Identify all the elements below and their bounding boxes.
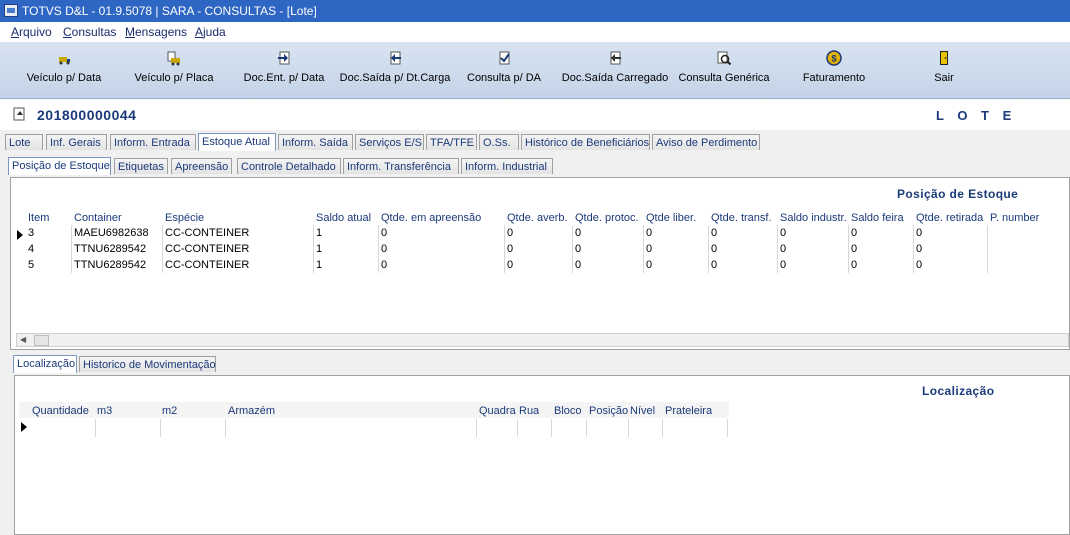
tab-aviso-perdimento[interactable]: Aviso de Perdimento bbox=[652, 134, 760, 150]
col-nivel[interactable]: Nível bbox=[630, 405, 655, 417]
tab-oss[interactable]: O.Ss. bbox=[479, 134, 519, 150]
doc-exit-icon bbox=[387, 50, 403, 66]
col-m3[interactable]: m3 bbox=[97, 405, 112, 417]
lote-number: 201800000044 bbox=[37, 107, 137, 123]
subtab-apreensao[interactable]: Apreensão bbox=[171, 158, 232, 174]
col-quadra[interactable]: Quadra bbox=[479, 405, 516, 417]
col-m2[interactable]: m2 bbox=[162, 405, 177, 417]
col-bloco[interactable]: Bloco bbox=[554, 405, 582, 417]
col-container[interactable]: Container bbox=[74, 212, 122, 224]
location-panel: Localização Quantidade m3 m2 Armazém Qua… bbox=[14, 375, 1070, 535]
subtab-etiquetas[interactable]: Etiquetas bbox=[114, 158, 168, 174]
subtab-controle-detalhado[interactable]: Controle Detalhado bbox=[237, 158, 341, 174]
tab-historico-beneficiarios[interactable]: Histórico de Beneficiários bbox=[521, 134, 650, 150]
col-especie[interactable]: Espécie bbox=[165, 212, 204, 224]
location-panel-title: Localização bbox=[922, 384, 995, 398]
truck-plate-icon bbox=[166, 50, 182, 66]
veiculo-placa-button[interactable]: Veículo p/ Placa bbox=[124, 42, 224, 98]
menu-arquivo[interactable]: Arquivo bbox=[11, 22, 52, 42]
toolbar: Veículo p/ Data Veículo p/ Placa Doc.Ent… bbox=[0, 42, 1070, 99]
record-header: 201800000044 L O T E bbox=[0, 100, 1070, 130]
stock-panel-title: Posição de Estoque bbox=[897, 187, 1019, 201]
col-qtde-transf[interactable]: Qtde. transf. bbox=[711, 212, 772, 224]
menu-mensagens[interactable]: Mensagens bbox=[125, 22, 187, 42]
tab-inf-gerais[interactable]: Inf. Gerais bbox=[46, 134, 107, 150]
doc-loaded-icon bbox=[607, 50, 623, 66]
tab-servicos-es[interactable]: Serviços E/S bbox=[355, 134, 424, 150]
col-quantidade[interactable]: Quantidade bbox=[32, 405, 89, 417]
tab-inform-entrada[interactable]: Inform. Entrada bbox=[110, 134, 196, 150]
col-qtde-apreensao[interactable]: Qtde. em apreensão bbox=[381, 212, 481, 224]
query-da-icon bbox=[496, 50, 512, 66]
exit-door-icon bbox=[936, 50, 952, 66]
consulta-da-button[interactable]: Consulta p/ DA bbox=[454, 42, 554, 98]
section-title: L O T E bbox=[936, 108, 1017, 123]
sair-button[interactable]: Sair bbox=[894, 42, 994, 98]
menu-bar: Arquivo Consultas Mensagens Ajuda bbox=[0, 22, 1070, 42]
col-prateleira[interactable]: Prateleira bbox=[665, 405, 712, 417]
subtab-posicao-estoque[interactable]: Posição de Estoque bbox=[8, 157, 111, 175]
col-qtde-liber[interactable]: Qtde liber. bbox=[646, 212, 696, 224]
col-rua[interactable]: Rua bbox=[519, 405, 539, 417]
horizontal-scrollbar[interactable]: ◀ bbox=[16, 333, 1069, 347]
lote-icon bbox=[11, 106, 27, 125]
doc-ent-data-button[interactable]: Doc.Ent. p/ Data bbox=[234, 42, 334, 98]
tab-estoque-atual[interactable]: Estoque Atual bbox=[198, 133, 276, 151]
location-row-indicator bbox=[21, 422, 27, 432]
col-qtde-retirada[interactable]: Qtde. retirada bbox=[916, 212, 983, 224]
sub-tab-row: Posição de Estoque Etiquetas Apreensão C… bbox=[0, 157, 1070, 175]
title-bar: TOTVS D&L - 01.9.5078 | SARA - CONSULTAS… bbox=[0, 0, 1070, 22]
tab-inform-saida[interactable]: Inform. Saída bbox=[278, 134, 353, 150]
consulta-generica-button[interactable]: Consulta Genérica bbox=[674, 42, 774, 98]
menu-ajuda[interactable]: Ajuda bbox=[195, 22, 226, 42]
col-item[interactable]: Item bbox=[28, 212, 49, 224]
tab-tfa-tfe[interactable]: TFA/TFE bbox=[426, 134, 477, 150]
current-row-indicator bbox=[17, 230, 23, 240]
col-qtde-averb[interactable]: Qtde. averb. bbox=[507, 212, 568, 224]
faturamento-button[interactable]: $ Faturamento bbox=[784, 42, 884, 98]
window-title: TOTVS D&L - 01.9.5078 | SARA - CONSULTAS… bbox=[22, 4, 317, 18]
stock-position-panel: Posição de Estoque Item Container Espéci… bbox=[10, 177, 1070, 350]
truck-calendar-icon bbox=[56, 50, 72, 66]
subtab-inform-transferencia[interactable]: Inform. Transferência bbox=[343, 158, 459, 174]
doc-entry-icon bbox=[276, 50, 292, 66]
scroll-thumb[interactable] bbox=[34, 335, 49, 346]
app-icon bbox=[4, 4, 18, 17]
doc-saida-carga-button[interactable]: Doc.Saída p/ Dt.Carga bbox=[339, 42, 451, 98]
col-qtde-protoc[interactable]: Qtde. protoc. bbox=[575, 212, 639, 224]
doc-saida-carregado-button[interactable]: Doc.Saída Carregado bbox=[560, 42, 670, 98]
magnifier-doc-icon bbox=[716, 50, 732, 66]
tab-localizacao[interactable]: Localização bbox=[13, 355, 77, 373]
veiculo-data-button[interactable]: Veículo p/ Data bbox=[14, 42, 114, 98]
col-posicao[interactable]: Posição bbox=[589, 405, 628, 417]
main-tab-row: Lote Inf. Gerais Inform. Entrada Estoque… bbox=[0, 133, 1070, 151]
bottom-tab-row: Localização Historico de Movimentação bbox=[0, 355, 1070, 373]
tab-historico-movimentacao[interactable]: Historico de Movimentação bbox=[79, 356, 216, 372]
subtab-inform-industrial[interactable]: Inform. Industrial bbox=[461, 158, 553, 174]
col-saldo-feira[interactable]: Saldo feira bbox=[851, 212, 904, 224]
billing-icon: $ bbox=[826, 50, 842, 66]
col-armazem[interactable]: Armazém bbox=[228, 405, 275, 417]
tab-lote[interactable]: Lote bbox=[5, 134, 43, 150]
col-p-number[interactable]: P. number bbox=[990, 212, 1039, 224]
col-saldo-industr[interactable]: Saldo industr. bbox=[780, 212, 847, 224]
menu-consultas[interactable]: Consultas bbox=[63, 22, 116, 42]
scroll-left-icon[interactable]: ◀ bbox=[20, 335, 26, 344]
svg-text:$: $ bbox=[831, 54, 836, 64]
col-saldo-atual[interactable]: Saldo atual bbox=[316, 212, 371, 224]
